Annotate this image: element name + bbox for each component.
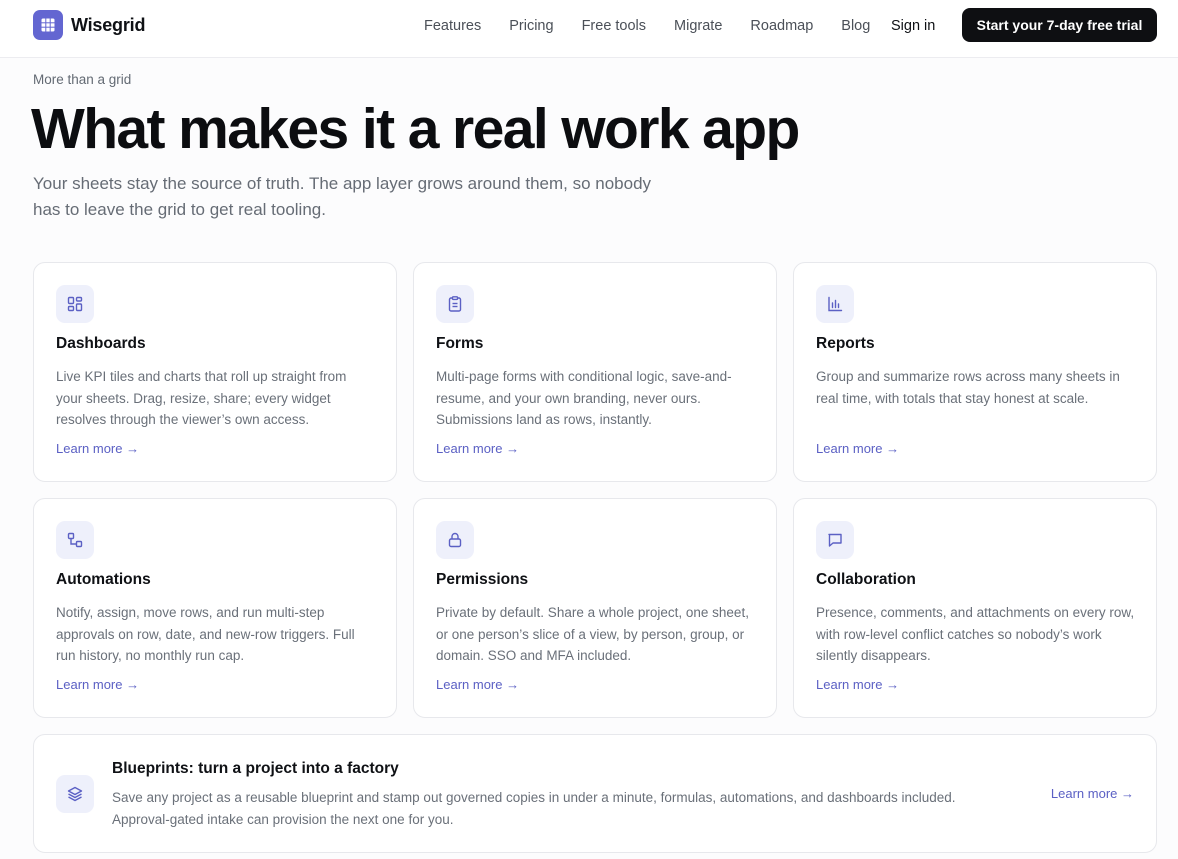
learn-more-link[interactable]: Learn more → bbox=[56, 677, 139, 692]
card-title: Forms bbox=[436, 335, 484, 352]
learn-more-link[interactable]: Learn more → bbox=[816, 441, 899, 456]
bar-chart-icon bbox=[816, 285, 854, 323]
card-description: Presence, comments, and attachments on e… bbox=[816, 605, 1135, 663]
sign-in-link[interactable]: Sign in bbox=[891, 17, 935, 35]
feature-card-automations: Automations Notify, assign, move rows, a… bbox=[33, 498, 397, 718]
brand-name: Wisegrid bbox=[71, 14, 146, 35]
chat-icon bbox=[816, 521, 854, 559]
site-header: Wisegrid Features Pricing Free tools Mig… bbox=[0, 0, 1178, 58]
layers-icon bbox=[56, 775, 94, 813]
main-nav: Features Pricing Free tools Migrate Road… bbox=[424, 17, 870, 35]
card-title: Dashboards bbox=[56, 335, 146, 352]
card-description: Group and summarize rows across many she… bbox=[816, 369, 1120, 406]
feature-card-forms: Forms Multi-page forms with conditional … bbox=[413, 262, 777, 482]
learn-more-link[interactable]: Learn more → bbox=[56, 441, 139, 456]
start-trial-button[interactable]: Start your 7-day free trial bbox=[962, 8, 1157, 42]
learn-more-link[interactable]: Learn more → bbox=[436, 441, 519, 456]
feature-card-permissions: Permissions Private by default. Share a … bbox=[413, 498, 777, 718]
card-title: Collaboration bbox=[816, 571, 916, 588]
banner-title: Blueprints: turn a project into a factor… bbox=[112, 760, 399, 777]
nav-migrate[interactable]: Migrate bbox=[674, 17, 722, 35]
nav-blog[interactable]: Blog bbox=[841, 17, 870, 35]
card-description: Private by default. Share a whole projec… bbox=[436, 605, 749, 663]
card-title: Reports bbox=[816, 335, 875, 352]
learn-more-link[interactable]: Learn more → bbox=[1051, 786, 1134, 801]
eyebrow-text: More than a grid bbox=[33, 72, 132, 87]
clipboard-icon bbox=[436, 285, 474, 323]
blueprints-banner: Blueprints: turn a project into a factor… bbox=[33, 734, 1157, 853]
banner-description: Save any project as a reusable blueprint… bbox=[112, 790, 956, 827]
lock-icon bbox=[436, 521, 474, 559]
page-title: What makes it a real work app bbox=[31, 97, 800, 161]
nav-pricing[interactable]: Pricing bbox=[509, 17, 553, 35]
card-title: Permissions bbox=[436, 571, 529, 588]
grid-logo-icon bbox=[33, 10, 63, 40]
card-description: Multi-page forms with conditional logic,… bbox=[436, 369, 732, 427]
learn-more-link[interactable]: Learn more → bbox=[816, 677, 899, 692]
dashboard-icon bbox=[56, 285, 94, 323]
feature-card-reports: Reports Group and summarize rows across … bbox=[793, 262, 1157, 482]
nav-free-tools[interactable]: Free tools bbox=[582, 17, 646, 35]
feature-card-dashboards: Dashboards Live KPI tiles and charts tha… bbox=[33, 262, 397, 482]
card-title: Automations bbox=[56, 571, 151, 588]
nav-features[interactable]: Features bbox=[424, 17, 481, 35]
card-description: Notify, assign, move rows, and run multi… bbox=[56, 605, 355, 663]
page-subtitle: Your sheets stay the source of truth. Th… bbox=[33, 174, 652, 219]
workflow-icon bbox=[56, 521, 94, 559]
brand-logo[interactable]: Wisegrid bbox=[33, 10, 145, 40]
feature-card-collaboration: Collaboration Presence, comments, and at… bbox=[793, 498, 1157, 718]
nav-roadmap[interactable]: Roadmap bbox=[750, 17, 813, 35]
card-description: Live KPI tiles and charts that roll up s… bbox=[56, 369, 347, 427]
learn-more-link[interactable]: Learn more → bbox=[436, 677, 519, 692]
